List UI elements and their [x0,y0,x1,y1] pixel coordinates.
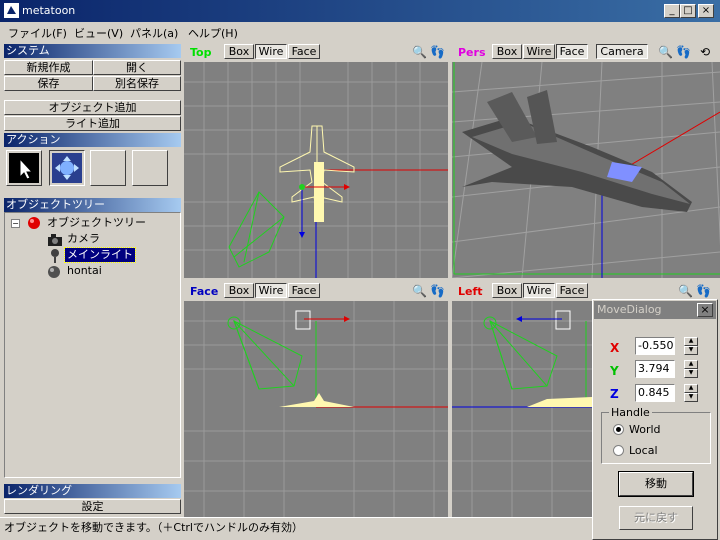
move-arrows-icon [52,153,82,183]
pers-viewport[interactable] [452,62,720,278]
light-wire-left [483,316,558,390]
camera-icon [48,234,62,246]
add-light-button[interactable]: ライト追加 [4,116,181,131]
left-walk-icon[interactable]: 👣 [696,284,711,298]
tree-item-hontai[interactable]: hontai [67,264,102,278]
x-value-field[interactable]: -0.550 [635,337,675,355]
top-wire-button[interactable]: Wire [255,44,287,59]
save-button[interactable]: 保存 [4,76,93,91]
left-viewport[interactable] [452,301,592,517]
y-value-field[interactable]: 3.794 [635,360,675,378]
tree-item-camera[interactable]: カメラ [67,232,100,246]
tree-root-label[interactable]: オブジェクトツリー [47,216,146,230]
face-face-button[interactable]: Face [288,283,320,298]
top-view-toolbar: Top Box Wire Face 🔍 👣 [184,42,448,62]
left-zoom-icon[interactable]: 🔍 [678,284,693,298]
local-radio[interactable] [613,445,624,456]
object-sphere-icon [48,266,60,278]
new-button[interactable]: 新規作成 [4,60,93,75]
top-viewport[interactable] [184,62,448,278]
world-radio-label[interactable]: World [629,423,661,436]
pers-wire-button[interactable]: Wire [523,44,555,59]
left-viewport-canvas [452,301,592,517]
menu-file[interactable]: ファイル(F) [8,25,67,41]
face-walk-icon[interactable]: 👣 [430,284,445,298]
y-spinner[interactable]: ▲ ▼ [684,360,698,378]
left-face-button[interactable]: Face [556,283,588,298]
save-as-button[interactable]: 別名保存 [93,76,181,91]
close-button[interactable]: × [698,4,714,18]
cursor-icon [9,153,39,183]
left-wire-button[interactable]: Wire [523,283,555,298]
dialog-close-button[interactable]: × [697,303,713,317]
menu-bar: ファイル(F) ビュー(V) パネル(a) ヘルプ(H) [0,22,720,42]
system-heading[interactable]: システム [4,44,181,58]
z-axis-label: Z [610,387,619,401]
top-viewport-canvas [184,62,448,278]
pers-view-toolbar: Pers Box Wire Face Camera 🔍 👣 ⟲ [452,42,720,62]
pers-viewport-canvas [452,62,720,278]
left-box-button[interactable]: Box [492,283,522,298]
face-view-name: Face [190,285,219,298]
pers-face-button[interactable]: Face [556,44,588,59]
face-zoom-icon[interactable]: 🔍 [412,284,427,298]
x-spinner[interactable]: ▲ ▼ [684,337,698,355]
sphere-icon [28,217,40,229]
move-button[interactable]: 移動 [618,471,694,497]
pers-zoom-icon[interactable]: 🔍 [658,45,673,59]
local-radio-label[interactable]: Local [629,444,658,457]
app-icon [4,3,19,18]
pers-walk-icon[interactable]: 👣 [676,45,691,59]
z-value-field[interactable]: 0.845 [635,384,675,402]
add-object-button[interactable]: オブジェクト追加 [4,100,181,115]
undo-button[interactable]: 元に戻す [619,506,693,530]
left-view-name: Left [458,285,483,298]
world-radio[interactable] [613,424,624,435]
render-settings-button[interactable]: 設定 [4,499,181,514]
tool-slot-4[interactable] [132,150,168,186]
title-bar: metatoon _ □ × [0,0,720,22]
z-spinner[interactable]: ▲ ▼ [684,384,698,402]
move-dialog: MoveDialog × X -0.550 ▲ ▼ Y 3.794 ▲ ▼ Z 0.… [592,299,718,540]
tree-collapse-toggle[interactable]: − [11,219,20,228]
pers-view-name: Pers [458,46,486,59]
top-face-button[interactable]: Face [288,44,320,59]
top-view-name: Top [190,46,212,59]
pers-box-button[interactable]: Box [492,44,522,59]
menu-view[interactable]: ビュー(V) [74,25,123,41]
jet-model-pers [462,90,692,212]
rotate-icon[interactable]: ⟲ [698,45,712,59]
move-tool-button[interactable] [49,150,85,186]
face-viewport[interactable] [184,301,448,517]
menu-help[interactable]: ヘルプ(H) [188,25,238,41]
minimize-button[interactable]: _ [664,4,680,18]
pers-camera-button[interactable]: Camera [596,44,648,59]
zoom-icon[interactable]: 🔍 [412,45,427,59]
window-title: metatoon [22,4,76,17]
light-icon [51,249,59,263]
tree-item-main-light[interactable]: メインライト [64,247,136,263]
rendering-heading[interactable]: レンダリング [4,484,181,498]
action-heading[interactable]: アクション [4,133,181,147]
status-bar: オブジェクトを移動できます。（＋Ctrlでハンドルのみ有効） [0,517,592,540]
object-tree[interactable]: − オブジェクトツリー カメラ メインライト hontai [4,212,181,478]
open-button[interactable]: 開く [93,60,181,75]
left-view-toolbar: Left Box Wire Face 🔍 👣 [452,281,720,301]
tool-slot-3[interactable] [90,150,126,186]
object-tree-heading[interactable]: オブジェクトツリー [4,198,181,212]
maximize-button[interactable]: □ [680,4,696,18]
face-viewport-canvas [184,301,448,517]
handle-group-label: Handle [609,406,652,419]
face-wire-button[interactable]: Wire [255,283,287,298]
menu-panel[interactable]: パネル(a) [130,25,178,41]
y-axis-label: Y [610,364,619,378]
walk-icon[interactable]: 👣 [430,45,445,59]
face-view-toolbar: Face Box Wire Face 🔍 👣 [184,281,448,301]
face-box-button[interactable]: Box [224,283,254,298]
light-wire-face [227,316,303,390]
x-axis-label: X [610,341,620,355]
top-box-button[interactable]: Box [224,44,254,59]
select-tool-button[interactable] [6,150,42,186]
